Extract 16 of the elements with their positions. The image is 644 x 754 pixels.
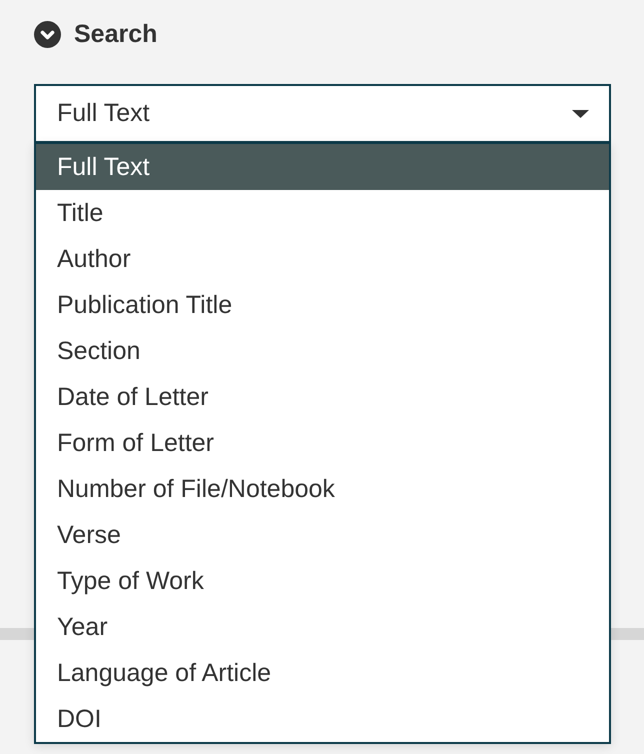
dropdown-option[interactable]: Publication Title [36, 282, 609, 328]
caret-down-icon [572, 110, 589, 118]
dropdown-option[interactable]: Number of File/Notebook [36, 466, 609, 512]
select-field[interactable]: Full Text [34, 84, 611, 143]
dropdown-option[interactable]: Title [36, 190, 609, 236]
dropdown-option[interactable]: Section [36, 328, 609, 374]
dropdown-option[interactable]: DOI [36, 696, 609, 742]
dropdown-option[interactable]: Type of Work [36, 558, 609, 604]
dropdown-option[interactable]: Date of Letter [36, 374, 609, 420]
dropdown-option[interactable]: Verse [36, 512, 609, 558]
dropdown-option[interactable]: Full Text [36, 144, 609, 190]
section-toggle[interactable]: Search [34, 21, 158, 48]
dropdown-option[interactable]: Form of Letter [36, 420, 609, 466]
dropdown-option[interactable]: Year [36, 604, 609, 650]
dropdown-option[interactable]: Language of Article [36, 650, 609, 696]
dropdown-option[interactable]: Author [36, 236, 609, 282]
